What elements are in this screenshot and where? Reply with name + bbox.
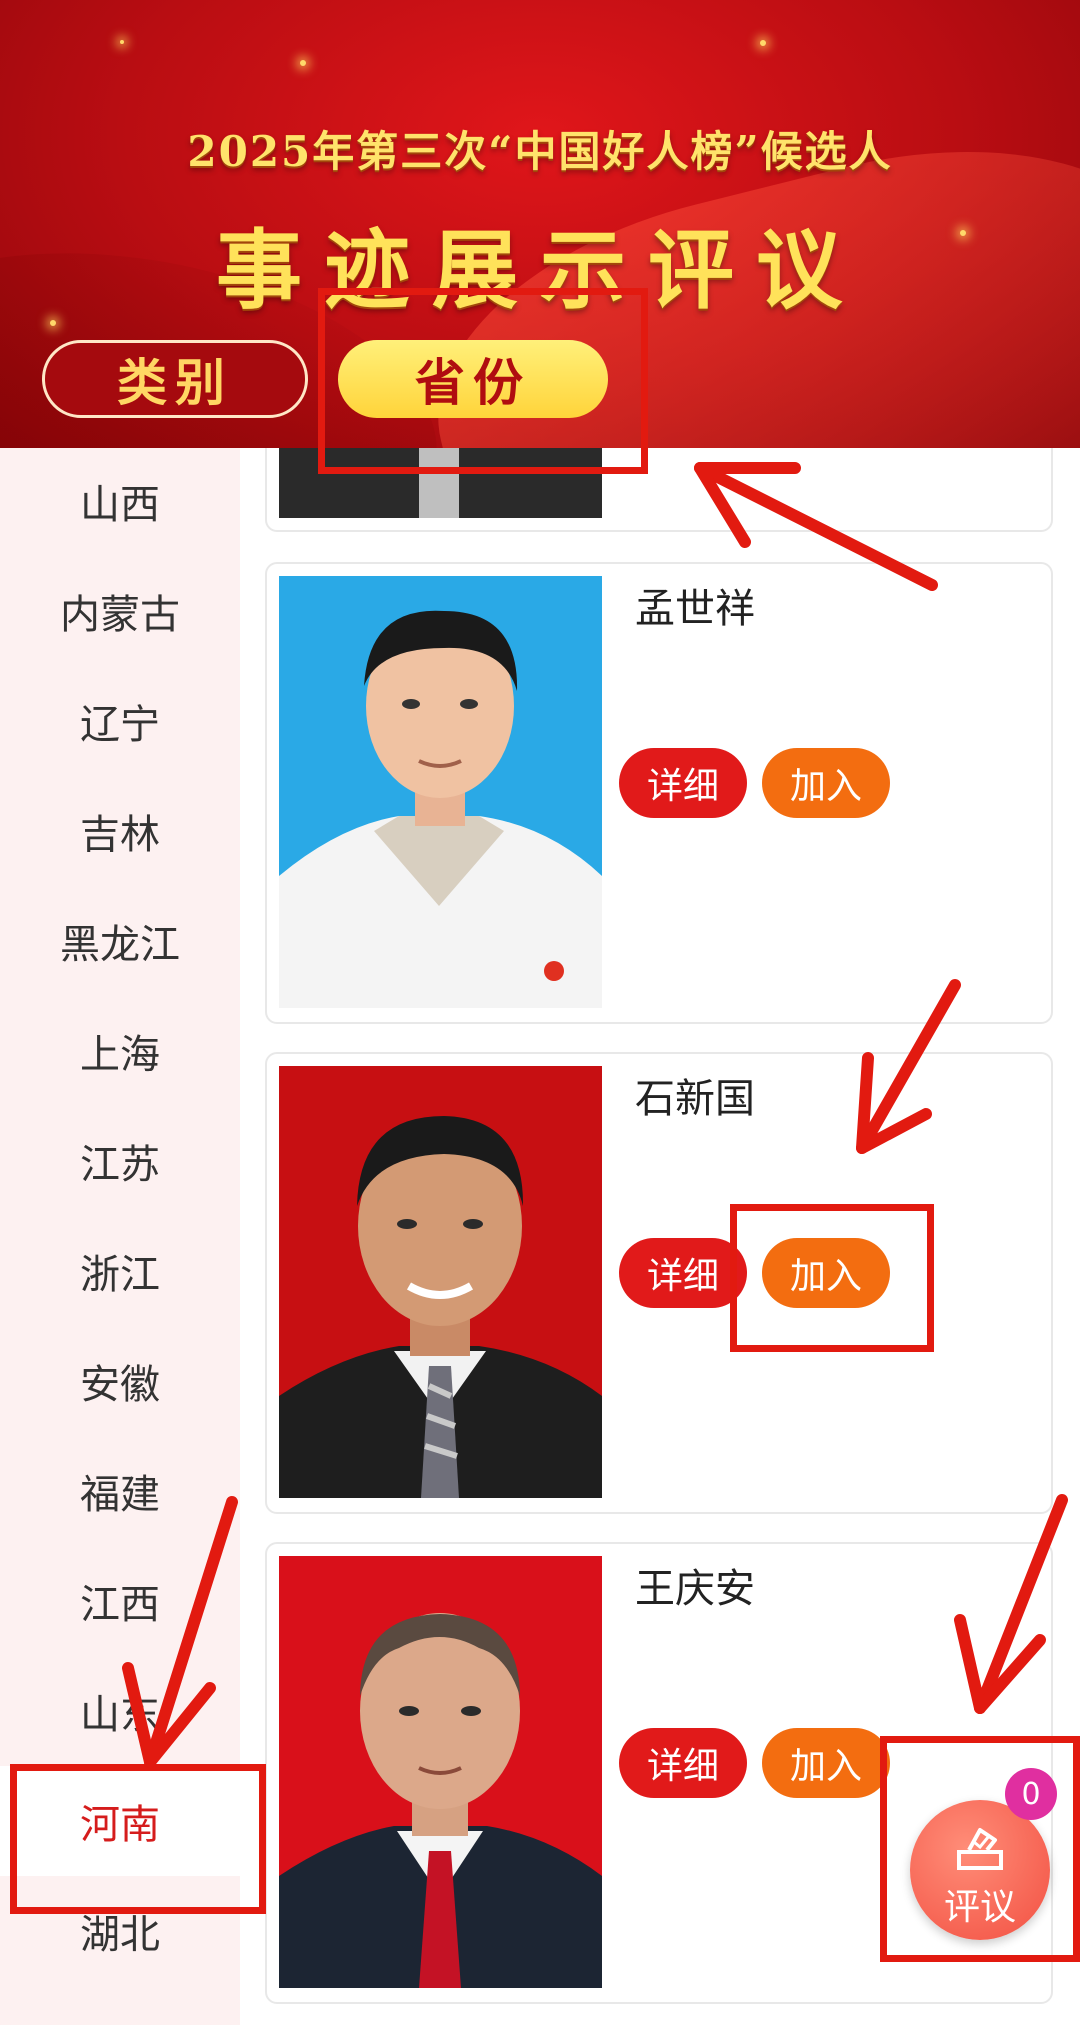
arrow-icon bbox=[144, 1496, 238, 1768]
arrow-icon bbox=[974, 1494, 1068, 1714]
annotation-arrows bbox=[122, 462, 1068, 1768]
